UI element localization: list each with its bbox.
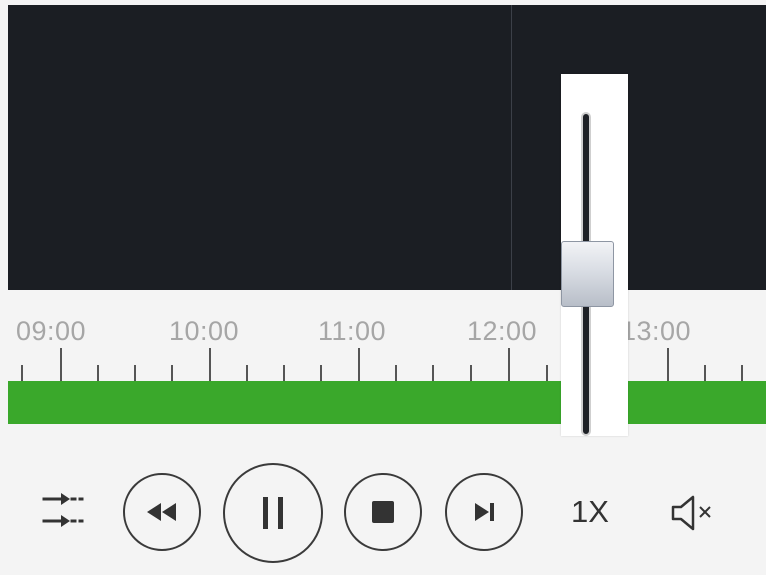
minor-tick xyxy=(320,365,322,381)
major-tick xyxy=(209,348,211,381)
rewind-icon xyxy=(147,503,176,521)
minor-tick xyxy=(470,365,472,381)
stop-icon xyxy=(372,501,394,523)
volume-muted-icon xyxy=(671,495,711,531)
minor-tick xyxy=(395,365,397,381)
major-tick xyxy=(358,348,360,381)
major-tick xyxy=(667,348,669,381)
minor-tick xyxy=(283,365,285,381)
sliders-icon xyxy=(42,493,84,527)
minor-tick xyxy=(741,365,743,381)
speed-slider-thumb[interactable] xyxy=(561,241,614,307)
recording-segment[interactable] xyxy=(628,381,766,424)
stop-button[interactable] xyxy=(344,473,422,551)
video-pane[interactable] xyxy=(8,5,766,290)
minor-tick xyxy=(546,365,548,381)
minor-tick xyxy=(171,365,173,381)
timeline[interactable]: 09:00 10:00 11:00 12:00 13:00 xyxy=(8,290,766,430)
minor-tick xyxy=(704,365,706,381)
rewind-button[interactable] xyxy=(123,473,201,551)
settings-button[interactable] xyxy=(40,486,96,534)
step-forward-icon xyxy=(475,503,494,521)
minor-tick xyxy=(21,365,23,381)
speed-label[interactable]: 1X xyxy=(571,494,609,530)
recording-segment[interactable] xyxy=(8,381,561,424)
video-pane-divider xyxy=(511,5,512,290)
major-tick xyxy=(508,348,510,381)
pause-button[interactable] xyxy=(223,463,323,563)
minor-tick xyxy=(432,365,434,381)
pause-icon xyxy=(263,497,283,529)
volume-button[interactable] xyxy=(665,490,725,536)
minor-tick xyxy=(246,365,248,381)
minor-tick xyxy=(134,365,136,381)
minor-tick xyxy=(97,365,99,381)
major-tick xyxy=(60,348,62,381)
next-frame-button[interactable] xyxy=(445,473,523,551)
